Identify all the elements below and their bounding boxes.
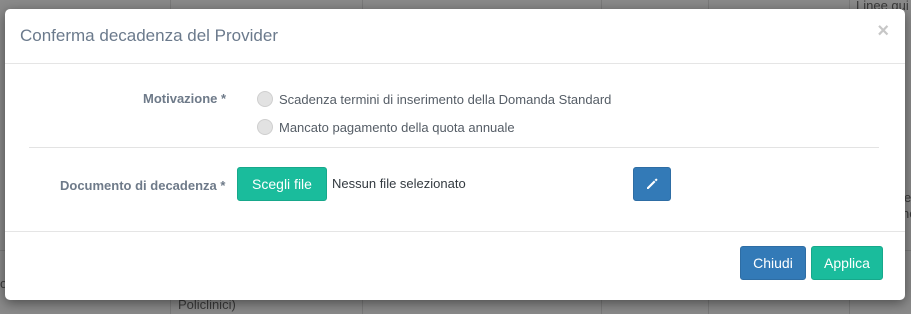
- modal-footer: Chiudi Applica: [5, 232, 905, 300]
- radio-option-scadenza[interactable]: Scadenza termini di inserimento della Do…: [257, 89, 611, 109]
- pencil-icon: [647, 178, 658, 189]
- decadenza-modal: Conferma decadenza del Provider × Motiva…: [5, 9, 905, 300]
- document-label: Documento di decadenza *: [60, 178, 226, 193]
- radio-label: Mancato pagamento della quota annuale: [279, 119, 515, 135]
- modal-header: Conferma decadenza del Provider ×: [5, 9, 905, 64]
- file-status-text: Nessun file selezionato: [332, 176, 466, 191]
- close-icon[interactable]: ×: [877, 21, 889, 41]
- choose-file-button[interactable]: Scegli file: [237, 167, 327, 201]
- form-divider: [29, 147, 879, 148]
- radio-option-mancato-pagamento[interactable]: Mancato pagamento della quota annuale: [257, 117, 515, 137]
- radio-button[interactable]: [257, 119, 273, 135]
- edit-button[interactable]: [633, 167, 671, 201]
- radio-label: Scadenza termini di inserimento della Do…: [279, 91, 612, 107]
- modal-title: Conferma decadenza del Provider: [20, 26, 278, 45]
- radio-button[interactable]: [257, 91, 273, 107]
- applica-button[interactable]: Applica: [811, 246, 883, 280]
- background-cell-text: e: [904, 190, 911, 205]
- modal-body: Motivazione * Scadenza termini di inseri…: [5, 64, 905, 232]
- motivation-label: Motivazione *: [143, 91, 227, 106]
- chiudi-button[interactable]: Chiudi: [740, 246, 806, 280]
